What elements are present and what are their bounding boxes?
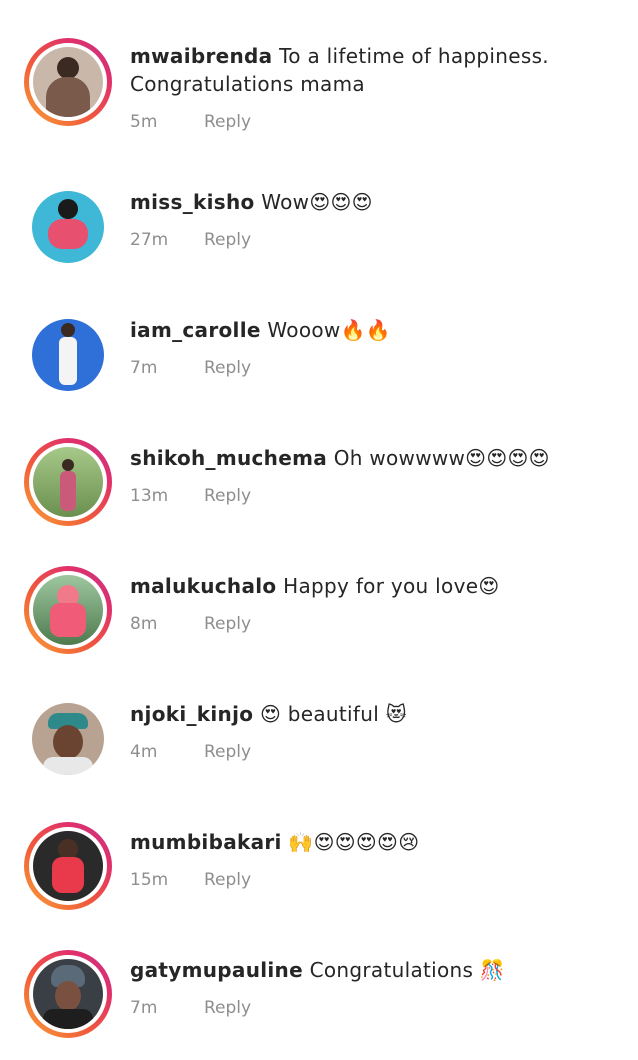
comment-item: malukuchalo Happy for you love😍 8m Reply — [0, 566, 638, 676]
comment-username[interactable]: mwaibrenda — [130, 44, 272, 68]
comment-username[interactable]: malukuchalo — [130, 574, 276, 598]
comment-username[interactable]: njoki_kinjo — [130, 702, 253, 726]
story-ring[interactable] — [24, 38, 112, 126]
comment-item: iam_carolle Wooow🔥🔥 7m Reply — [0, 318, 638, 428]
comment-text: Happy for you love😍 — [283, 574, 500, 598]
comment-username[interactable]: mumbibakari — [130, 830, 282, 854]
reply-button[interactable]: Reply — [204, 230, 251, 250]
story-ring[interactable] — [24, 950, 112, 1038]
comment-time: 5m — [130, 112, 158, 132]
comment-item: shikoh_muchema Oh wowwww😍😍😍😍 13m Reply — [0, 438, 638, 548]
comment-item: mumbibakari 🙌😍😍😍😍😢 15m Reply — [0, 822, 638, 932]
comment-item: njoki_kinjo 😍 beautiful 😻 4m Reply — [0, 702, 638, 812]
comment-text: Congratulations 🎊 — [309, 958, 506, 982]
reply-button[interactable]: Reply — [204, 998, 251, 1018]
comment-text: Wooow🔥🔥 — [267, 318, 391, 342]
avatar[interactable] — [33, 47, 103, 117]
reply-button[interactable]: Reply — [204, 112, 251, 132]
reply-button[interactable]: Reply — [204, 486, 251, 506]
avatar[interactable] — [32, 319, 104, 391]
comment-item: mwaibrenda To a lifetime of happiness. C… — [0, 38, 638, 148]
comment-username[interactable]: shikoh_muchema — [130, 446, 327, 470]
comment-text: Oh wowwww😍😍😍😍 — [333, 446, 550, 470]
story-ring[interactable] — [24, 566, 112, 654]
avatar[interactable] — [33, 831, 103, 901]
comment-username[interactable]: miss_kisho — [130, 190, 255, 214]
story-ring[interactable] — [24, 822, 112, 910]
comment-time: 7m — [130, 358, 158, 378]
avatar[interactable] — [33, 959, 103, 1029]
comment-time: 8m — [130, 614, 158, 634]
comment-username[interactable]: iam_carolle — [130, 318, 261, 342]
avatar[interactable] — [33, 575, 103, 645]
comment-text: 🙌😍😍😍😍😢 — [288, 830, 420, 854]
comment-time: 7m — [130, 998, 158, 1018]
comment-time: 13m — [130, 486, 169, 506]
reply-button[interactable]: Reply — [204, 358, 251, 378]
comment-time: 4m — [130, 742, 158, 762]
comment-time: 27m — [130, 230, 169, 250]
avatar[interactable] — [32, 191, 104, 263]
comment-item: gatymupauline Congratulations 🎊 7m Reply — [0, 950, 638, 1060]
reply-button[interactable]: Reply — [204, 870, 251, 890]
comment-text: Wow😍😍😍 — [261, 190, 373, 214]
story-ring[interactable] — [24, 438, 112, 526]
comment-text: 😍 beautiful 😻 — [259, 702, 407, 726]
comment-username[interactable]: gatymupauline — [130, 958, 303, 982]
comment-time: 15m — [130, 870, 169, 890]
reply-button[interactable]: Reply — [204, 614, 251, 634]
comment-item: miss_kisho Wow😍😍😍 27m Reply — [0, 190, 638, 300]
reply-button[interactable]: Reply — [204, 742, 251, 762]
avatar[interactable] — [32, 703, 104, 775]
avatar[interactable] — [33, 447, 103, 517]
